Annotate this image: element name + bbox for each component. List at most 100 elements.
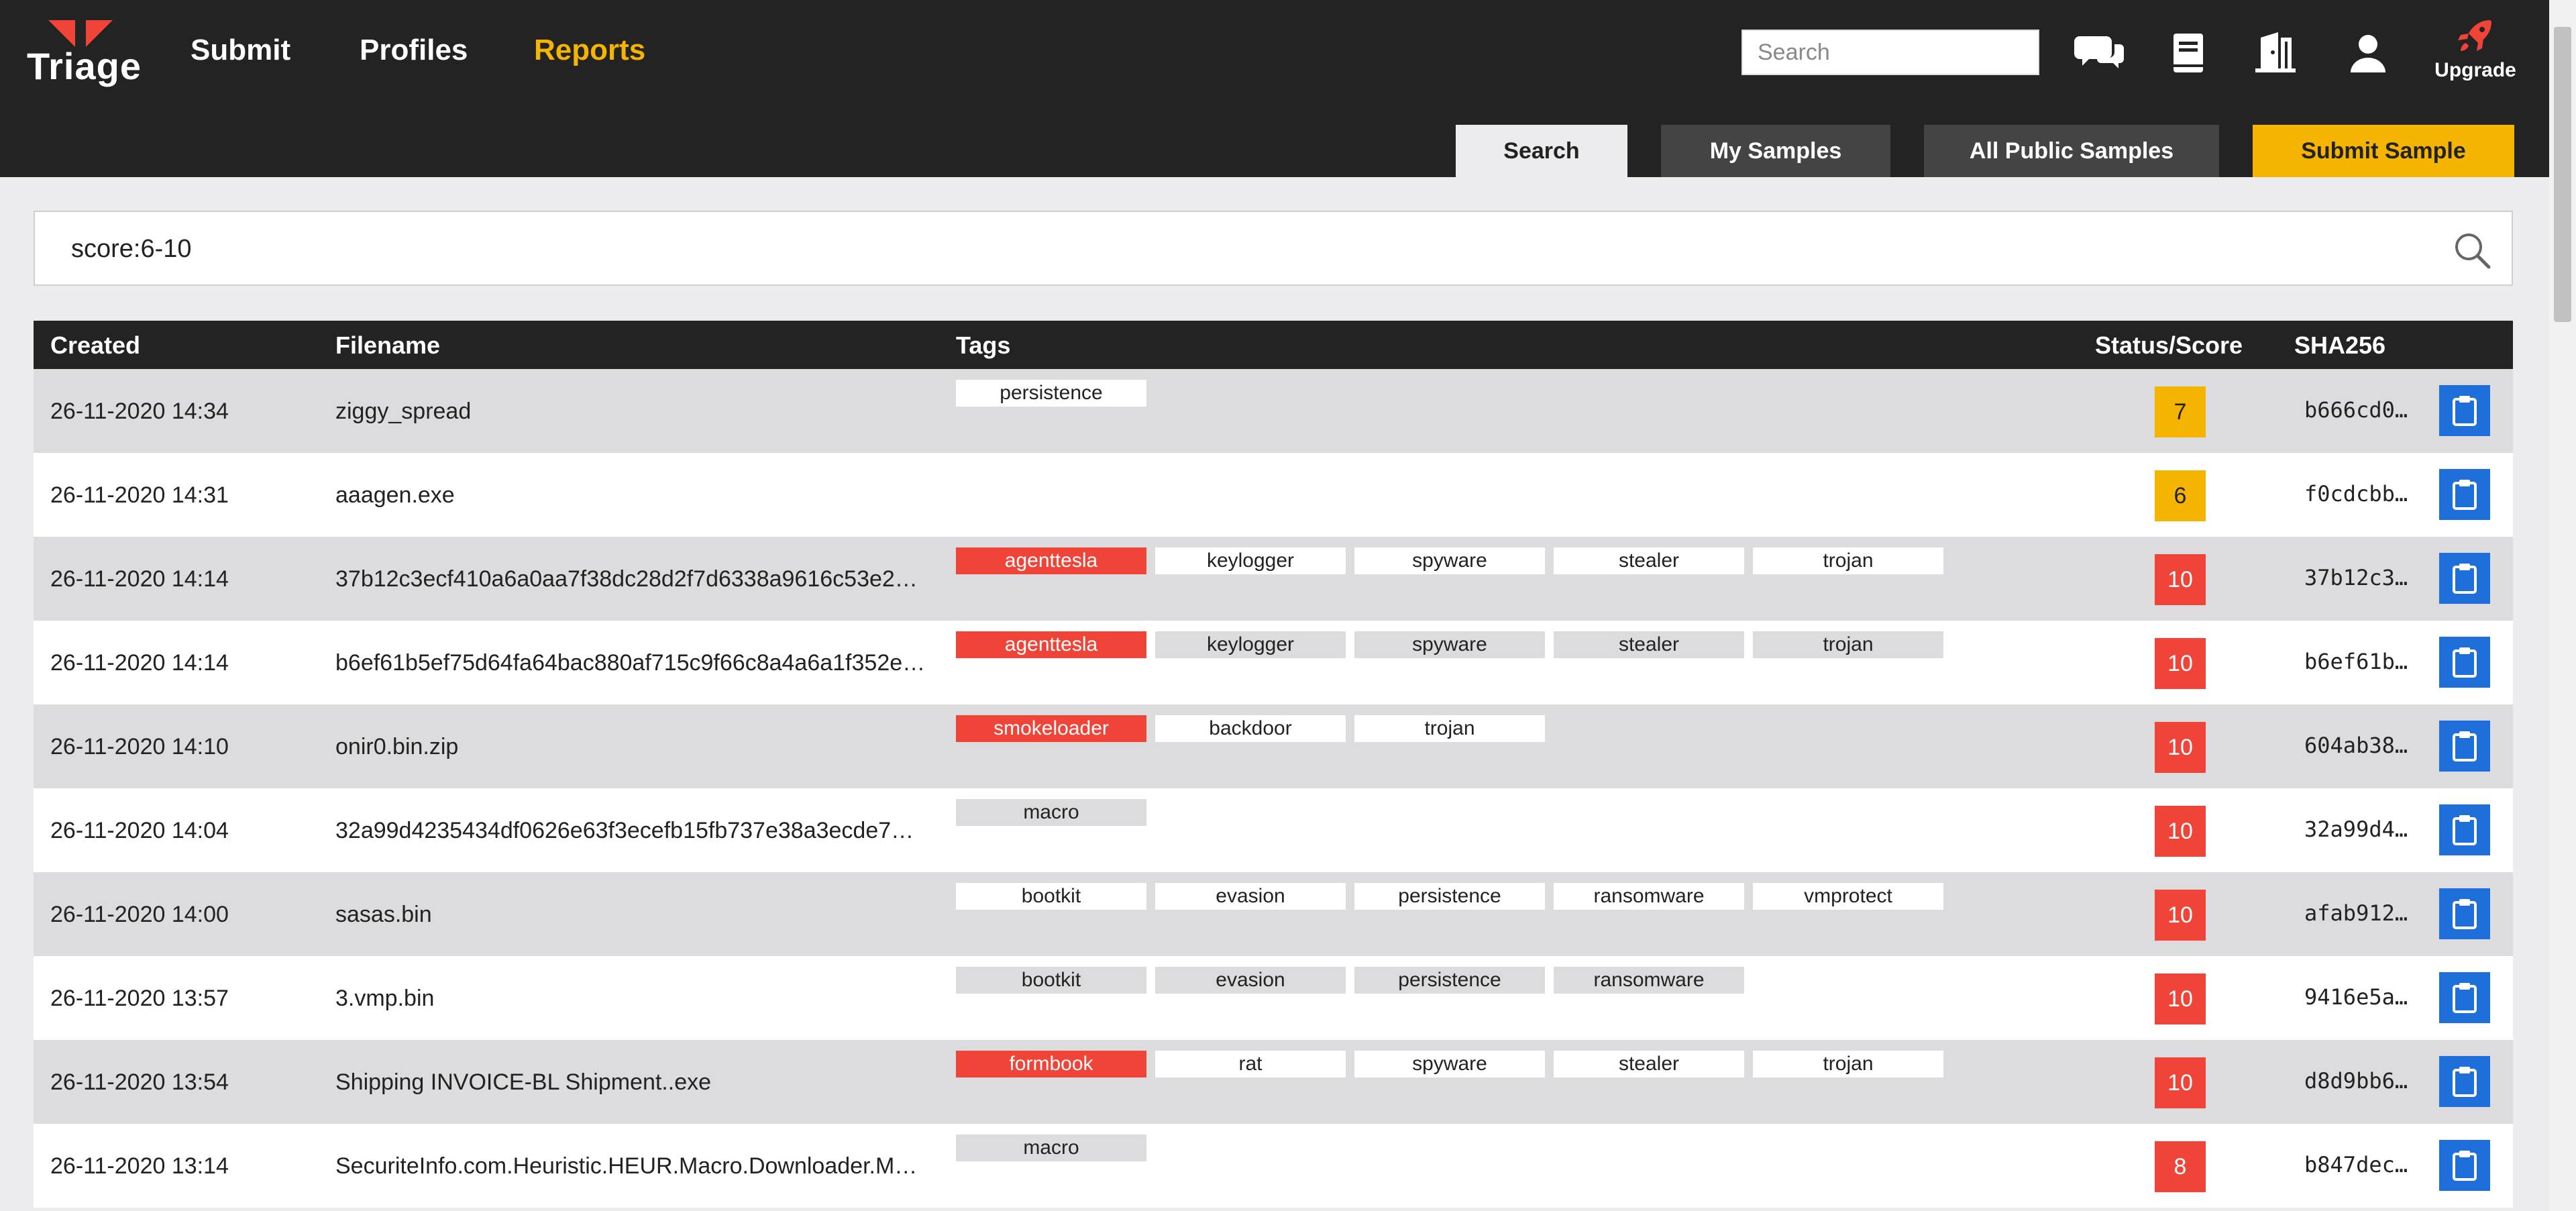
tag[interactable]: persistence	[1354, 883, 1545, 910]
nav-reports[interactable]: Reports	[534, 34, 645, 67]
tag[interactable]: spyware	[1354, 631, 1545, 658]
tag[interactable]: ransomware	[1554, 967, 1744, 994]
tag[interactable]: trojan	[1354, 715, 1545, 742]
tab-all-public-samples[interactable]: All Public Samples	[1924, 125, 2219, 177]
table-row[interactable]: 26-11-2020 13:54 Shipping INVOICE-BL Ship…	[34, 1040, 2513, 1124]
table-row[interactable]: 26-11-2020 13:57 3.vmp.bin bootkit evasion p…	[34, 956, 2513, 1040]
scrollbar-thumb[interactable]	[2554, 27, 2571, 322]
tag[interactable]: rat	[1155, 1051, 1346, 1077]
query-search-box	[34, 211, 2513, 286]
copy-sha-button[interactable]	[2439, 469, 2490, 520]
filename-link[interactable]: 32a99d4235434df0626e63f3ecefb15fb737e38a…	[335, 818, 953, 844]
sha256-cell: 9416e5a…	[2304, 984, 2408, 1010]
chat-icon[interactable]	[2074, 27, 2128, 81]
filename-link[interactable]: 3.vmp.bin	[335, 986, 953, 1012]
sha256-cell: b666cd0…	[2304, 397, 2408, 423]
tag[interactable]: trojan	[1753, 631, 1943, 658]
filename-link[interactable]: onir0.bin.zip	[335, 734, 953, 760]
created-cell: 26-11-2020 14:14	[50, 650, 229, 676]
tag[interactable]: ransomware	[1554, 883, 1744, 910]
book-icon[interactable]	[2161, 27, 2215, 81]
created-cell: 26-11-2020 14:04	[50, 818, 229, 843]
table-row[interactable]: 26-11-2020 14:00 sasas.bin bootkit evasion p…	[34, 872, 2513, 956]
copy-sha-button[interactable]	[2439, 804, 2490, 855]
tag[interactable]: persistence	[956, 380, 1146, 407]
copy-sha-button[interactable]	[2439, 385, 2490, 436]
tag[interactable]: trojan	[1753, 1051, 1943, 1077]
copy-sha-button[interactable]	[2439, 637, 2490, 688]
copy-sha-button[interactable]	[2439, 1056, 2490, 1107]
tag[interactable]: stealer	[1554, 1051, 1744, 1077]
top-navigation-bar: Triage Submit Profiles Reports Search Up…	[0, 0, 2549, 177]
tab-my-samples[interactable]: My Samples	[1661, 125, 1890, 177]
family-tag[interactable]: agenttesla	[956, 547, 1146, 574]
filename-link[interactable]: b6ef61b5ef75d64fa64bac880af715c9f66c8a4a…	[335, 650, 953, 676]
table-row[interactable]: 26-11-2020 14:10 onir0.bin.zip smokeloader…	[34, 704, 2513, 788]
tag[interactable]: evasion	[1155, 967, 1346, 994]
table-row[interactable]: 26-11-2020 14:14 37b12c3ecf410a6a0aa7f38d…	[34, 537, 2513, 621]
column-created[interactable]: Created	[50, 331, 140, 360]
tag[interactable]: vmprotect	[1753, 883, 1943, 910]
filename-link[interactable]: SecuriteInfo.com.Heuristic.HEUR.Macro.Do…	[335, 1153, 953, 1179]
filename-link[interactable]: aaagen.exe	[335, 482, 953, 509]
clipboard-icon	[2453, 396, 2477, 426]
nav-submit[interactable]: Submit	[191, 34, 290, 67]
triage-logo[interactable]: Triage	[27, 20, 141, 87]
tag[interactable]: evasion	[1155, 883, 1346, 910]
copy-sha-button[interactable]	[2439, 1140, 2490, 1191]
table-body: 26-11-2020 14:34 ziggy_spread persistence 7…	[34, 369, 2513, 1208]
score-badge: 10	[2155, 973, 2206, 1024]
table-row[interactable]: 26-11-2020 14:14 b6ef61b5ef75d64fa64bac88…	[34, 621, 2513, 704]
column-filename[interactable]: Filename	[335, 331, 440, 360]
search-icon[interactable]	[2453, 231, 2491, 270]
user-icon[interactable]	[2341, 27, 2395, 81]
tag[interactable]: macro	[956, 1135, 1146, 1161]
tag[interactable]: spyware	[1354, 1051, 1545, 1077]
copy-sha-button[interactable]	[2439, 888, 2490, 939]
tag[interactable]: keylogger	[1155, 547, 1346, 574]
tag[interactable]: stealer	[1554, 547, 1744, 574]
created-cell: 26-11-2020 13:57	[50, 986, 229, 1011]
sha256-cell: f0cdcbb…	[2304, 481, 2408, 507]
tag[interactable]: trojan	[1753, 547, 1943, 574]
table-row[interactable]: 26-11-2020 14:31 aaagen.exe 6 f0cdcbb…	[34, 453, 2513, 537]
filename-link[interactable]: 37b12c3ecf410a6a0aa7f38dc28d2f7d6338a961…	[335, 566, 953, 592]
submit-sample-button[interactable]: Submit Sample	[2253, 125, 2514, 177]
table-row[interactable]: 26-11-2020 14:04 32a99d4235434df0626e63f3…	[34, 788, 2513, 872]
filename-link[interactable]: ziggy_spread	[335, 399, 953, 425]
tag[interactable]: bootkit	[956, 883, 1146, 910]
copy-sha-button[interactable]	[2439, 553, 2490, 604]
filename-link[interactable]: Shipping INVOICE-BL Shipment..exe	[335, 1069, 953, 1096]
table-row[interactable]: 26-11-2020 14:34 ziggy_spread persistence 7…	[34, 369, 2513, 453]
clipboard-icon	[2453, 480, 2477, 510]
clipboard-icon	[2453, 815, 2477, 845]
header-search-input[interactable]	[1741, 30, 2039, 75]
upgrade-button[interactable]: Upgrade	[2428, 16, 2522, 90]
query-input[interactable]	[70, 228, 2420, 270]
table-row[interactable]: 26-11-2020 13:14 SecuriteInfo.com.Heurist…	[34, 1124, 2513, 1208]
tag[interactable]: spyware	[1354, 547, 1545, 574]
door-icon[interactable]	[2249, 27, 2302, 81]
tag[interactable]: bootkit	[956, 967, 1146, 994]
tab-search[interactable]: Search	[1456, 125, 1627, 177]
tag[interactable]: keylogger	[1155, 631, 1346, 658]
family-tag[interactable]: formbook	[956, 1051, 1146, 1077]
page-scrollbar[interactable]	[2549, 0, 2576, 1211]
copy-sha-button[interactable]	[2439, 972, 2490, 1023]
filename-link[interactable]: sasas.bin	[335, 902, 953, 928]
tag[interactable]: persistence	[1354, 967, 1545, 994]
clipboard-icon	[2453, 731, 2477, 761]
family-tag[interactable]: smokeloader	[956, 715, 1146, 742]
created-cell: 26-11-2020 13:14	[50, 1153, 229, 1179]
nav-profiles[interactable]: Profiles	[360, 34, 468, 67]
sha256-cell: 37b12c3…	[2304, 565, 2408, 590]
tag[interactable]: stealer	[1554, 631, 1744, 658]
column-status-score[interactable]: Status/Score	[2095, 331, 2243, 360]
score-badge: 7	[2155, 386, 2206, 437]
tag[interactable]: backdoor	[1155, 715, 1346, 742]
clipboard-icon	[2453, 1067, 2477, 1097]
tag[interactable]: macro	[956, 799, 1146, 826]
copy-sha-button[interactable]	[2439, 721, 2490, 772]
family-tag[interactable]: agenttesla	[956, 631, 1146, 658]
clipboard-icon	[2453, 983, 2477, 1013]
